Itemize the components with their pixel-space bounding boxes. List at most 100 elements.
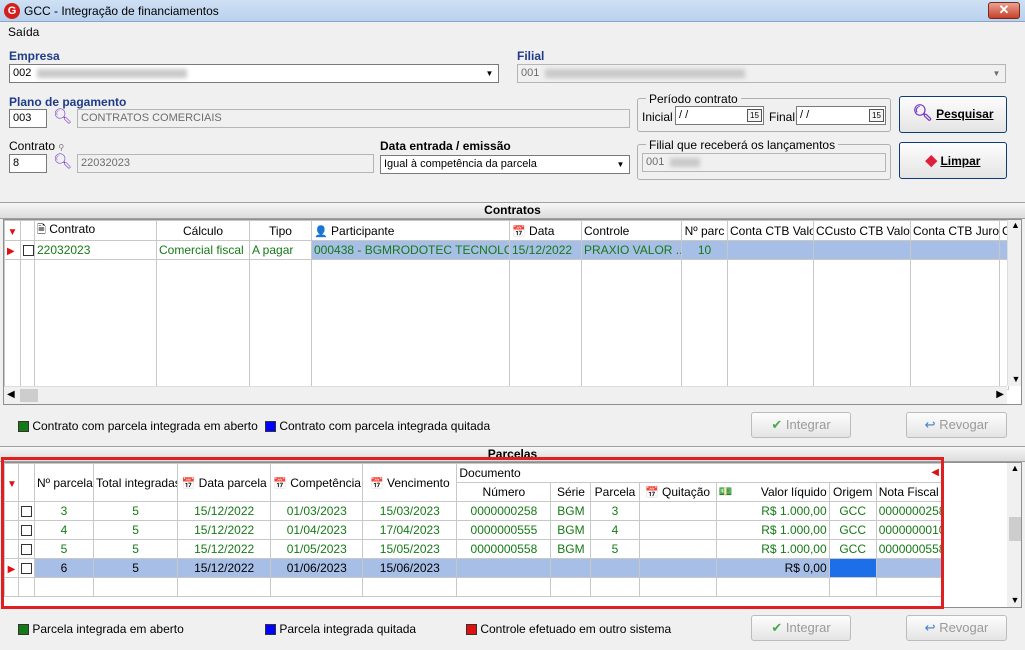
table-row[interactable]: 3 5 15/12/2022 01/03/2023 15/03/2023 000… [4,501,945,521]
chevron-down-icon[interactable]: ▼ [613,157,628,172]
cell-serie: BGM [550,501,592,521]
col-numero[interactable]: Número [456,482,552,502]
col-vencimento[interactable]: 📅 Vencimento [362,463,458,502]
row-checkbox[interactable] [21,563,32,575]
revogar-label: Revogar [939,620,989,635]
cell-data: 15/12/2022 [177,558,272,578]
plano-code-input[interactable]: 003 [9,109,47,128]
cell-nota: 0000000010 [875,520,945,540]
col-data[interactable]: 📅 Data [509,220,582,241]
cell-empty [910,240,1000,260]
cell-quitacao [638,501,717,521]
final-date-input[interactable]: / / 15 [796,106,886,125]
cell-competencia: 01/04/2023 [270,520,364,540]
col-total[interactable]: Total integradas [93,463,179,502]
contratos-grid[interactable]: ▼ 🗎 Contrato Cálculo Tipo 👤 Participante… [3,219,1022,405]
grid-menu-icon[interactable]: ▼ [4,220,21,241]
col-valor[interactable]: 💵 Valor líquido [715,482,830,502]
search-icon[interactable]: 🔍︎ [53,108,72,126]
red-swatch [466,624,477,636]
chevron-down-icon[interactable]: ▼ [482,66,497,81]
menu-bar: Saída [0,22,1025,42]
col-quitacao[interactable]: 📅 Quitação [638,482,717,502]
row-checkbox[interactable] [23,245,34,257]
integrar-parcelas-button[interactable]: ✔ Integrar [751,615,851,641]
table-row[interactable]: 4 5 15/12/2022 01/04/2023 17/04/2023 000… [4,520,945,540]
check-icon: ✔ [771,620,783,635]
contrato-code-input[interactable]: 8 [9,154,47,173]
search-icon[interactable]: 🔍︎ [53,153,72,171]
col-contrato[interactable]: 🗎 Contrato [34,220,157,241]
col-data-parcela[interactable]: 📅 Data parcela [177,463,272,502]
col-parcela[interactable]: Parcela [590,482,640,502]
limpar-button[interactable]: ◆ Limpar [899,142,1007,179]
inicial-date-input[interactable]: / / 15 [675,106,764,125]
empresa-code: 002 [13,67,32,79]
legend-aberto: Contrato com parcela integrada em aberto [18,419,258,433]
grid-menu-icon[interactable]: ▼ [4,463,19,502]
col-conta-ctb-valor[interactable]: Conta CTB Valor [727,220,814,241]
green-swatch [18,421,29,433]
pesquisar-button[interactable]: 🔍︎ Pesquisar [899,96,1007,133]
revogar-parcelas-button[interactable]: ↩ Revogar [906,615,1007,641]
col-nparcela[interactable]: Nº parcela [33,463,95,502]
calendar-icon[interactable]: 15 [747,109,762,122]
col-participante[interactable]: 👤 Participante [311,220,510,241]
col-documento-group: Documento ◀ [456,463,944,483]
col-contrato-label: Contrato [49,222,96,236]
cell-participante: 000438 - BGMRODOTEC TECNOLO... [311,240,510,260]
calendar-icon: 📅 [644,487,659,499]
col-nota[interactable]: Nota Fiscal [875,482,945,502]
col-data-label: Data [529,223,555,238]
calendar-icon[interactable]: 15 [869,109,884,122]
legend-quitada-label: Contrato com parcela integrada quitada [279,419,491,433]
integrar-label: Integrar [785,417,831,432]
col-ccusto-ctb-valor[interactable]: CCusto CTB Valor [813,220,911,241]
undo-icon: ↩ [924,620,936,635]
empresa-select[interactable]: 002 ▼ [9,64,499,83]
cell-nota [875,558,945,578]
cell-origem-focused[interactable] [828,558,877,578]
col-competencia[interactable]: 📅 Competência [270,463,364,502]
menu-saida[interactable]: Saída [8,25,39,39]
filial-receb-code: 001 [646,156,665,168]
cell-numero: 0000000258 [456,501,552,521]
vertical-scrollbar[interactable]: ▲ ▼ [1007,220,1021,386]
cell-origem: GCC [828,520,877,540]
filial-receb-name-blurred [670,157,701,167]
table-row[interactable]: ▶ 22032023 Comercial fiscal A pagar 0004… [4,240,1009,260]
col-serie[interactable]: Série [550,482,592,502]
row-checkbox[interactable] [21,525,32,537]
horizontal-scrollbar[interactable]: ◀ ▶ [4,386,1007,404]
col-calculo[interactable]: Cálculo [156,220,250,241]
col-controle[interactable]: Controle [581,220,682,241]
table-row[interactable]: ▶ 6 5 15/12/2022 01/06/2023 15/06/2023 R… [4,558,945,578]
cell-valor: R$ 1.000,00 [715,539,830,559]
row-checkbox[interactable] [21,544,32,556]
table-row[interactable]: 5 5 15/12/2022 01/05/2023 15/05/2023 000… [4,539,945,559]
collapse-icon[interactable]: ◀ [931,467,939,478]
undo-icon: ↩ [924,417,936,432]
close-button[interactable]: ✕ [988,2,1020,19]
row-checkbox[interactable] [21,506,32,518]
col-origem[interactable]: Origem [828,482,877,502]
parcelas-grid[interactable]: ▼ Nº parcela Total integradas 📅 Data par… [3,462,1022,608]
plano-desc-field: CONTRATOS COMERCIAIS [77,109,630,128]
data-entrada-select[interactable]: Igual à competência da parcela ▼ [380,155,630,174]
filial-receb-field: 001 [642,153,886,172]
integrar-contratos-button[interactable]: ✔ Integrar [751,412,851,438]
col-nparc[interactable]: Nº parc [681,220,728,241]
check-icon: ✔ [771,417,783,432]
filial-label: Filial [517,49,545,63]
revogar-contratos-button[interactable]: ↩ Revogar [906,412,1007,438]
cell-data: 15/12/2022 [177,520,272,540]
pesquisar-label: Pesquisar [936,107,994,121]
scroll-thumb[interactable] [1009,517,1021,541]
col-tipo[interactable]: Tipo [249,220,312,241]
contrato-label: Contrato ⚲ [9,139,65,153]
legend-quitada: Contrato com parcela integrada quitada [265,419,490,433]
col-conta-ctb-juros[interactable]: Conta CTB Juros [910,220,1000,241]
scroll-thumb[interactable] [20,389,38,402]
cell-tipo: A pagar [249,240,312,260]
vertical-scrollbar[interactable]: ▲ ▼ [1007,463,1021,607]
